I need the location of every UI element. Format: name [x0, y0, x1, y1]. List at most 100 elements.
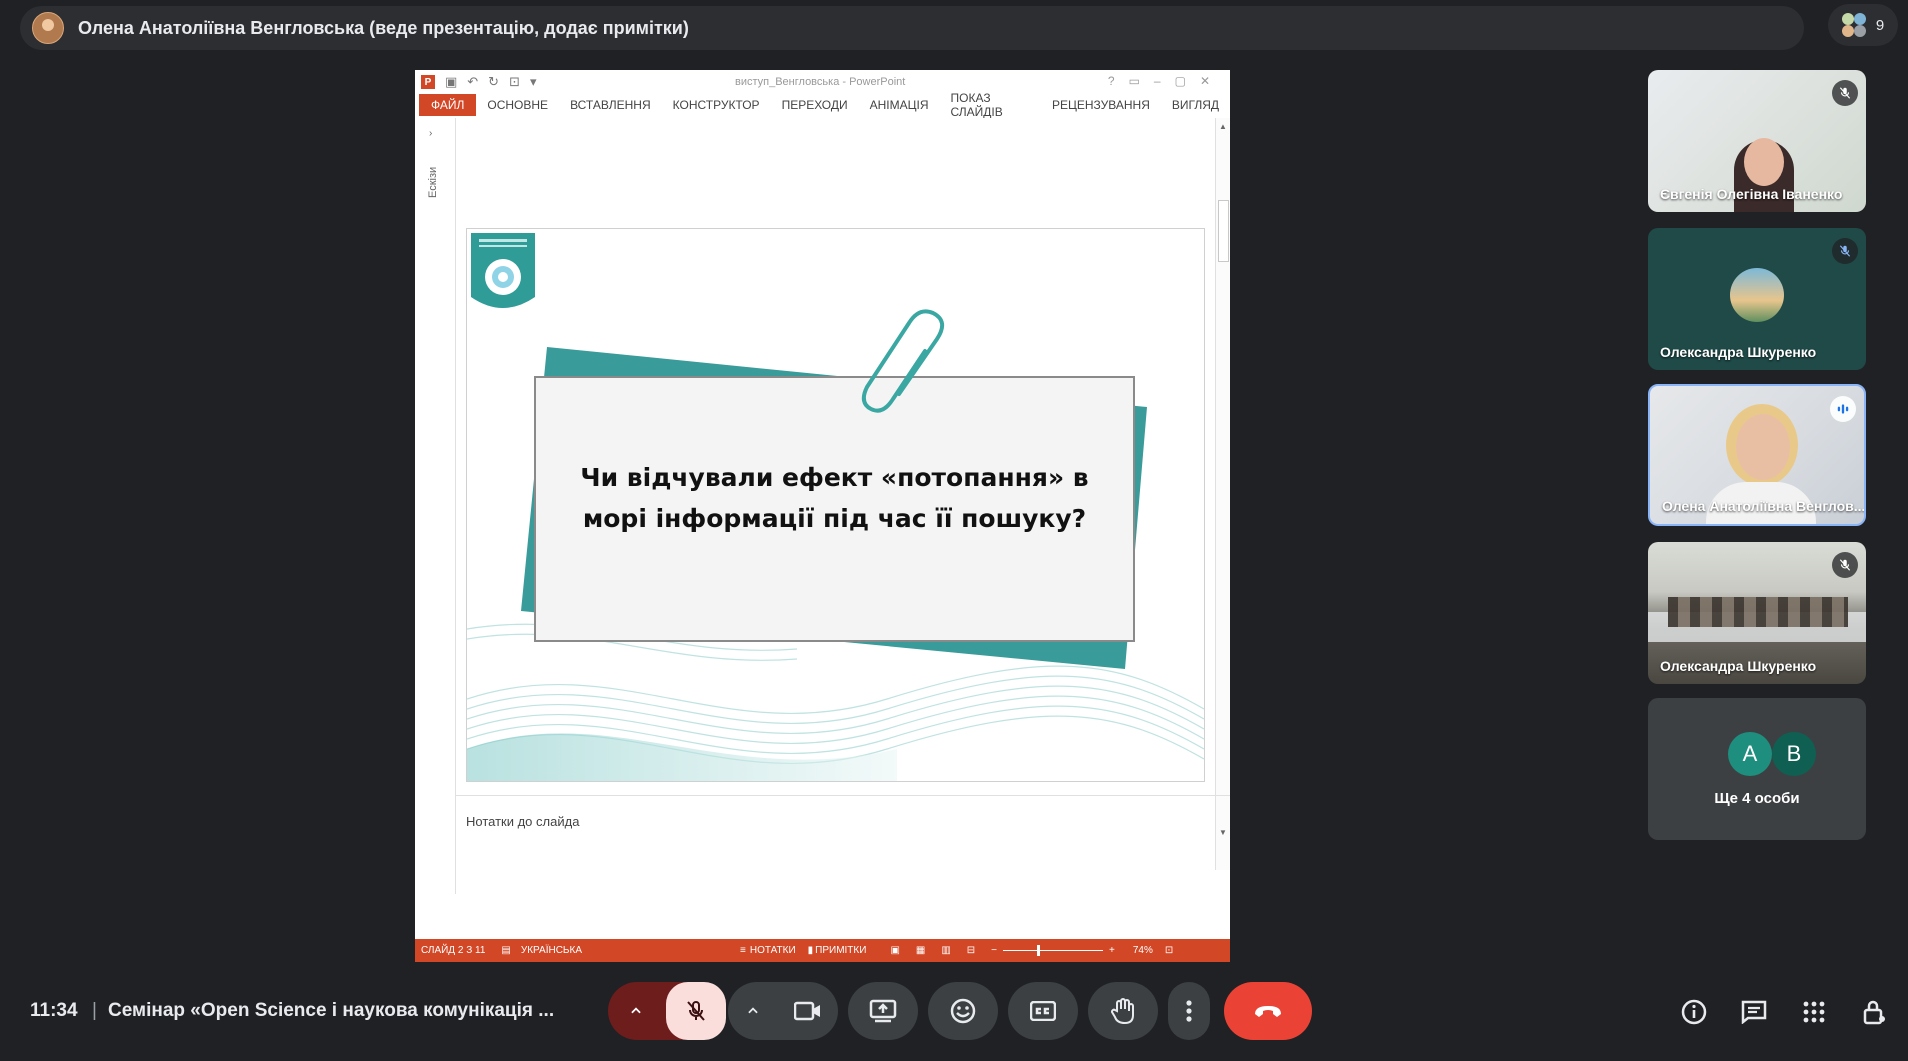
- participant-name: Євгенія Олегівна Іваненко: [1660, 186, 1843, 202]
- info-icon: [1681, 999, 1707, 1025]
- meeting-title: Семінар «Open Science і наукова комуніка…: [108, 1000, 555, 1021]
- camera-icon: [794, 1001, 820, 1021]
- raise-hand-button[interactable]: [1088, 982, 1158, 1040]
- tab-review[interactable]: РЕЦЕНЗУВАННЯ: [1041, 98, 1161, 112]
- comments-button[interactable]: ПРИМІТКИ: [815, 945, 866, 956]
- slide-question: Чи відчували ефект «потопання» в морі ін…: [535, 457, 1134, 539]
- ppt-titlebar: P ▣↶↻⊡▾ виступ_Венгловська - PowerPoint …: [415, 70, 1230, 94]
- mic-off-icon: [1832, 552, 1858, 578]
- presenter-bar: Олена Анатоліївна Венгловська (веде през…: [20, 6, 1804, 50]
- people-button[interactable]: 9: [1828, 4, 1898, 46]
- present-screen-icon: [869, 999, 897, 1023]
- others-label: Ще 4 особи: [1714, 790, 1800, 807]
- lock-person-icon: [1863, 1000, 1885, 1025]
- participant-tile-active-speaker[interactable]: Олена Анатоліївна Венглов...: [1648, 384, 1866, 526]
- tab-home[interactable]: ОСНОВНЕ: [476, 98, 559, 112]
- separator: |: [92, 1000, 97, 1021]
- notes-icon: ≡: [740, 945, 746, 956]
- question-line-2: морі інформації під час її пошуку?: [582, 504, 1087, 533]
- chevron-up-icon: [748, 1007, 758, 1014]
- avatar-a: A: [1728, 732, 1772, 776]
- tab-animation[interactable]: АНІМАЦІЯ: [859, 98, 940, 112]
- mic-off-icon: [1832, 238, 1858, 264]
- slide-info: СЛАЙД 2 З 11: [421, 945, 486, 956]
- people-count: 9: [1875, 16, 1885, 34]
- avatar-b: B: [1772, 732, 1816, 776]
- participant-name: Олександра Шкуренко: [1660, 658, 1817, 674]
- camera-control-group: [728, 982, 838, 1040]
- tab-insert[interactable]: ВСТАВЛЕННЯ: [559, 98, 662, 112]
- participant-tile[interactable]: Олександра Шкуренко: [1648, 228, 1866, 370]
- mic-control-group: [608, 982, 726, 1040]
- vertical-scrollbar[interactable]: ▲ ▼: [1215, 118, 1230, 870]
- mic-off-icon: [687, 1001, 705, 1021]
- mic-options-button[interactable]: [608, 982, 664, 1040]
- slide-canvas[interactable]: Чи відчували ефект «потопання» в морі ін…: [466, 228, 1205, 782]
- scroll-up-icon[interactable]: ▲: [1219, 122, 1227, 131]
- presenter-label: Олена Анатоліївна Венгловська (веде през…: [78, 17, 689, 38]
- more-options-button[interactable]: [1168, 982, 1210, 1040]
- chat-button[interactable]: [1740, 998, 1768, 1026]
- thumbnails-pane[interactable]: › Ескізи: [415, 118, 456, 894]
- camera-options-button[interactable]: [728, 982, 778, 1040]
- others-tile[interactable]: A B Ще 4 особи: [1648, 698, 1866, 840]
- mic-off-icon: [1832, 80, 1858, 106]
- university-emblem-icon: [471, 233, 535, 308]
- powerpoint-window: P ▣↶↻⊡▾ виступ_Венгловська - PowerPoint …: [415, 70, 1230, 962]
- tab-slideshow[interactable]: ПОКАЗ СЛАЙДІВ: [940, 91, 1041, 119]
- zoom-level[interactable]: 74%: [1133, 945, 1153, 956]
- chevron-up-icon: [631, 1007, 641, 1014]
- meeting-info-button[interactable]: [1680, 998, 1708, 1026]
- activities-button[interactable]: [1800, 998, 1828, 1026]
- comment-icon: ▮: [807, 945, 814, 956]
- emoji-icon: [950, 998, 976, 1024]
- more-vert-icon: [1186, 1000, 1192, 1022]
- speaking-icon: [1830, 396, 1856, 422]
- chat-icon: [1741, 1000, 1767, 1024]
- participant-tile[interactable]: Олександра Шкуренко: [1648, 542, 1866, 684]
- ppt-status-bar: СЛАЙД 2 З 11 ▤ УКРАЇНСЬКА ≡ НОТАТКИ ▮ ПР…: [415, 939, 1230, 962]
- call-controls-bar: 11:34 | Семінар «Open Science і наукова …: [0, 980, 1908, 1044]
- hand-icon: [1111, 998, 1134, 1025]
- question-line-1: Чи відчували ефект «потопання» в: [580, 463, 1089, 492]
- language-label[interactable]: УКРАЇНСЬКА: [521, 945, 582, 956]
- camera-toggle-button[interactable]: [778, 982, 838, 1040]
- slide-editor: › Ескізи ▲ ▼ Чи відчували ефект «потопан…: [415, 118, 1230, 894]
- tab-transitions[interactable]: ПЕРЕХОДИ: [771, 98, 859, 112]
- zoom-out-icon[interactable]: −: [991, 945, 997, 956]
- zoom-slider[interactable]: [1003, 945, 1104, 956]
- tab-file[interactable]: ФАЙЛ: [419, 94, 477, 116]
- captions-icon: [1030, 1001, 1056, 1021]
- tab-view[interactable]: ВИГЛЯД: [1161, 98, 1230, 112]
- mic-toggle-button[interactable]: [666, 982, 726, 1040]
- present-button[interactable]: [848, 982, 918, 1040]
- fit-slide-icon[interactable]: ⊡: [1165, 945, 1173, 956]
- reactions-button[interactable]: [928, 982, 998, 1040]
- powerpoint-logo-icon: P: [421, 75, 435, 89]
- notes-button[interactable]: НОТАТКИ: [750, 945, 796, 956]
- participant-name: Олександра Шкуренко: [1660, 344, 1817, 360]
- scroll-thumb[interactable]: [1218, 200, 1229, 262]
- notes-pane[interactable]: Нотатки до слайда: [456, 795, 1230, 848]
- ribbon-tabs: ФАЙЛ ОСНОВНЕ ВСТАВЛЕННЯ КОНСТРУКТОР ПЕРЕ…: [415, 91, 1230, 119]
- leave-call-button[interactable]: [1224, 982, 1312, 1040]
- presenter-avatar: [32, 12, 64, 44]
- host-controls-button[interactable]: [1860, 998, 1888, 1026]
- participant-avatar: [1730, 268, 1784, 322]
- clock: 11:34: [30, 1000, 78, 1021]
- captions-button[interactable]: [1008, 982, 1078, 1040]
- apps-grid-icon: [1803, 1001, 1825, 1023]
- proofing-icon[interactable]: ▤: [501, 945, 510, 956]
- participant-name: Олена Анатоліївна Венглов...: [1662, 498, 1866, 514]
- participant-tile[interactable]: Євгенія Олегівна Іваненко: [1648, 70, 1866, 212]
- view-buttons[interactable]: ▣▦▥⊟: [890, 945, 991, 956]
- quick-access-icons[interactable]: ▣↶↻⊡▾: [445, 74, 547, 90]
- thumbnails-label: Ескізи: [427, 166, 439, 198]
- window-controls[interactable]: ?▭–▢✕: [1108, 74, 1224, 88]
- chevron-right-icon[interactable]: ›: [429, 128, 432, 139]
- zoom-in-icon[interactable]: +: [1109, 945, 1115, 956]
- people-icon: [1841, 13, 1866, 37]
- tab-design[interactable]: КОНСТРУКТОР: [662, 98, 771, 112]
- ppt-window-title: виступ_Венгловська - PowerPoint: [735, 76, 906, 88]
- end-call-icon: [1255, 1006, 1281, 1017]
